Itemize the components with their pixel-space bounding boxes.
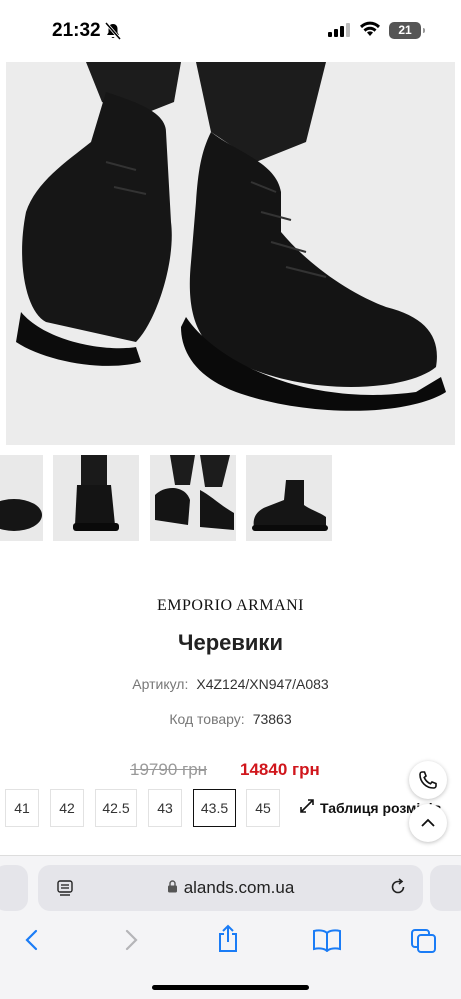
back-icon[interactable] (22, 928, 42, 952)
status-time: 21:32 (52, 20, 101, 41)
signal-icon (328, 23, 350, 37)
lock-icon (167, 880, 177, 893)
thumbnail-image (246, 455, 332, 541)
thumbnail-worn-view[interactable] (150, 455, 236, 541)
product-title: Черевики (178, 630, 283, 655)
size-option[interactable]: 43 (148, 789, 182, 827)
thumbnail-back-view[interactable] (53, 455, 139, 541)
thumbnail-image (0, 455, 43, 541)
thumbnail-image (53, 455, 139, 541)
previous-tab-peek[interactable] (0, 865, 28, 911)
scroll-top-button[interactable] (409, 804, 447, 842)
product-code-row: Код товару: 73863 (0, 711, 461, 727)
thumbnail-side-view[interactable] (246, 455, 332, 541)
battery-icon: 21 (389, 22, 425, 39)
phone-icon (419, 771, 437, 789)
bookmarks-icon[interactable] (312, 928, 342, 952)
url-text: alands.com.ua (183, 878, 295, 897)
next-tab-peek[interactable] (430, 865, 461, 911)
thumbnail-image (150, 455, 236, 541)
chevron-up-icon (421, 818, 435, 827)
share-icon[interactable] (216, 924, 240, 954)
article-label: Артикул: (132, 676, 189, 692)
call-button[interactable] (409, 761, 447, 799)
tabs-icon[interactable] (410, 928, 438, 954)
brand-logo: EMPORIO ARMANI (156, 597, 304, 614)
old-price: 19790 грн (130, 760, 208, 779)
home-indicator (152, 985, 309, 990)
thumbnail-sole-view[interactable] (0, 455, 43, 541)
product-code-value: 73863 (252, 711, 292, 727)
size-option[interactable]: 45 (246, 789, 280, 827)
status-bar: 21:32 21 (0, 0, 461, 62)
browser-bottom-bar: alands.com.ua (0, 855, 461, 999)
hero-shoe-illustration (6, 62, 455, 445)
size-option-selected[interactable]: 43.5 (193, 789, 236, 827)
article-row: Артикул: X4Z124/XN947/A083 (0, 676, 461, 692)
size-option[interactable]: 42 (50, 789, 84, 827)
size-option[interactable]: 41 (5, 789, 39, 827)
bell-off-icon (105, 22, 121, 40)
reload-icon[interactable] (388, 877, 408, 897)
forward-icon[interactable] (121, 928, 141, 952)
article-value: X4Z124/XN947/A083 (196, 676, 329, 692)
new-price: 14840 грн (240, 760, 320, 779)
address-text: alands.com.ua (38, 878, 423, 898)
product-code-label: Код товару: (169, 711, 245, 727)
expand-arrows-icon (300, 799, 314, 813)
product-hero-image[interactable] (6, 62, 455, 445)
wifi-icon (360, 21, 380, 36)
address-bar[interactable]: alands.com.ua (38, 865, 423, 911)
size-option[interactable]: 42.5 (95, 789, 137, 827)
